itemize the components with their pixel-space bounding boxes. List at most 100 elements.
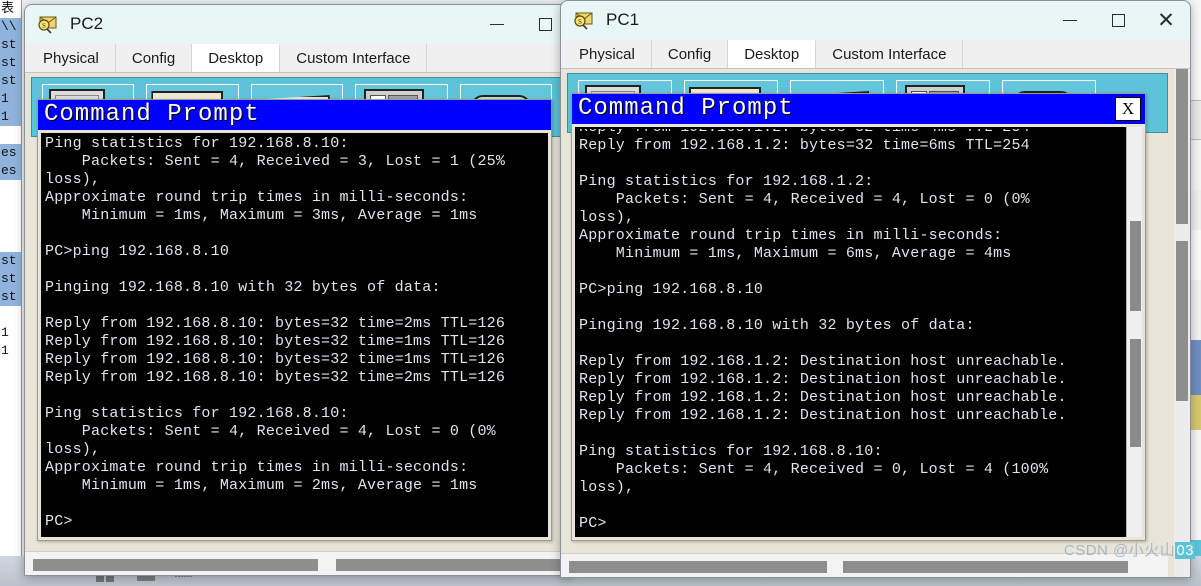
terminal-line: Reply from 192.168.8.10: bytes=32 time=1… xyxy=(45,333,506,350)
tab-label: Physical xyxy=(579,45,635,63)
background-left-list[interactable]: 表 \\ st st st 1 1 es es st st st 1 1 xyxy=(0,0,22,586)
svg-text:S: S xyxy=(42,22,46,30)
terminal-line: Approximate round trip times in milli-se… xyxy=(579,227,1003,244)
pc2-horizontal-scrollbar[interactable] xyxy=(25,551,569,575)
background-list-item[interactable]: es xyxy=(0,162,21,180)
background-list-item[interactable]: 表 xyxy=(0,0,21,18)
terminal-line: Minimum = 1ms, Maximum = 6ms, Average = … xyxy=(579,245,1012,262)
tab-physical[interactable]: Physical xyxy=(563,40,652,68)
background-list-item[interactable] xyxy=(0,198,21,216)
window-pc1[interactable]: S PC1 ✕ Physical Config Desktop Custom Inte… xyxy=(560,0,1191,578)
pc1-minimize-button[interactable] xyxy=(1046,1,1094,39)
tab-config[interactable]: Config xyxy=(651,40,729,68)
background-list-item[interactable]: es xyxy=(0,144,21,162)
pc1-command-prompt-window[interactable]: Command Prompt X Reply from 192.168.1.2:… xyxy=(571,93,1146,541)
background-list-item[interactable]: 1 xyxy=(0,108,21,126)
background-list-item[interactable]: st xyxy=(0,36,21,54)
terminal-line: Packets: Sent = 4, Received = 4, Lost = … xyxy=(45,423,496,440)
background-list-item[interactable]: st xyxy=(0,288,21,306)
pc2-minimize-button[interactable] xyxy=(473,5,521,43)
window-pc2[interactable]: S PC2 Physical Config Desktop Custom Interf… xyxy=(24,4,570,576)
pc1-terminal-scroll-thumb-b[interactable] xyxy=(1130,339,1141,447)
pc1-close-button[interactable]: ✕ xyxy=(1142,1,1190,39)
pc2-terminal-output[interactable]: Ping statistics for 192.168.8.10: Packet… xyxy=(41,133,548,537)
background-list-item[interactable] xyxy=(0,306,21,324)
terminal-line: loss), xyxy=(579,479,635,496)
terminal-line: Reply from 192.168.1.2: Destination host… xyxy=(579,389,1067,406)
terminal-line: Approximate round trip times in milli-se… xyxy=(45,189,469,206)
watermark-name: 小火山 xyxy=(1128,542,1176,559)
tab-desktop[interactable]: Desktop xyxy=(728,40,817,68)
background-list-item[interactable]: st xyxy=(0,270,21,288)
pc2-titlebar[interactable]: S PC2 xyxy=(25,5,569,43)
pc2-hscroll-thumb-left[interactable] xyxy=(33,558,318,571)
pc2-cmd-titlebar[interactable]: Command Prompt xyxy=(38,100,551,130)
tab-config[interactable]: Config xyxy=(115,44,193,72)
pc1-hscroll-thumb-left[interactable] xyxy=(569,560,827,573)
tab-label: Config xyxy=(131,49,176,67)
pc1-titlebar[interactable]: S PC1 ✕ xyxy=(561,1,1190,39)
tab-desktop[interactable]: Desktop xyxy=(192,44,281,72)
pc2-tab-bar[interactable]: Physical Config Desktop Custom Interface xyxy=(25,43,569,73)
pc1-title-text: PC1 xyxy=(606,10,640,29)
pc1-terminal-scrollbar[interactable] xyxy=(1126,127,1142,537)
background-list-item[interactable]: 1 xyxy=(0,324,21,342)
terminal-line: Ping statistics for 192.168.8.10: xyxy=(45,405,349,422)
pc2-window-buttons[interactable] xyxy=(473,5,569,43)
pc1-tab-bar[interactable]: Physical Config Desktop Custom Interface xyxy=(561,39,1190,69)
watermark: CSDN @小火山03 xyxy=(1064,539,1195,560)
pc1-vscroll-thumb-b[interactable] xyxy=(1176,241,1188,401)
watermark-highlight: 03 xyxy=(1175,542,1195,559)
tab-physical[interactable]: Physical xyxy=(27,44,116,72)
terminal-line: Packets: Sent = 4, Received = 0, Lost = … xyxy=(579,461,1049,478)
pc2-hscroll-thumb-right[interactable] xyxy=(335,558,569,571)
tab-label: Desktop xyxy=(208,50,264,67)
terminal-line: Reply from 192.168.1.2: bytes=32 time=6m… xyxy=(579,137,1030,154)
terminal-line-clipped: Reply from 192.168.1.2: bytes=32 time=4m… xyxy=(579,129,1142,137)
background-list-item[interactable] xyxy=(0,234,21,252)
terminal-line: Ping statistics for 192.168.8.10: xyxy=(579,443,883,460)
background-list-item[interactable]: \\ xyxy=(0,18,21,36)
svg-text:S: S xyxy=(578,18,582,26)
tab-custom-interface[interactable]: Custom Interface xyxy=(816,40,964,68)
terminal-line: Packets: Sent = 4, Received = 3, Lost = … xyxy=(45,153,506,170)
pc1-vertical-scrollbar[interactable] xyxy=(1174,69,1190,577)
terminal-line: loss), xyxy=(579,209,635,226)
tab-custom-interface[interactable]: Custom Interface xyxy=(280,44,428,72)
background-list-item[interactable]: 1 xyxy=(0,90,21,108)
pc1-hscroll-thumb-right[interactable] xyxy=(843,560,1128,573)
terminal-line: Ping statistics for 192.168.1.2: xyxy=(579,173,874,190)
terminal-line: PC> xyxy=(579,515,607,532)
terminal-line: Reply from 192.168.8.10: bytes=32 time=1… xyxy=(45,351,506,368)
pc1-maximize-button[interactable] xyxy=(1094,1,1142,39)
terminal-line: Pinging 192.168.8.10 with 32 bytes of da… xyxy=(45,279,441,296)
packet-tracer-icon: S xyxy=(38,16,57,34)
pc2-command-prompt-window[interactable]: Command Prompt Ping statistics for 192.1… xyxy=(37,99,552,541)
pc1-vscroll-thumb-a[interactable] xyxy=(1176,69,1188,224)
background-list-item[interactable] xyxy=(0,126,21,144)
pc1-terminal-scroll-thumb-a[interactable] xyxy=(1130,221,1141,311)
pc1-cmd-titlebar[interactable]: Command Prompt X xyxy=(572,94,1145,124)
background-list-item[interactable]: 1 xyxy=(0,342,21,360)
tab-label: Desktop xyxy=(744,46,800,63)
background-list-item[interactable]: st xyxy=(0,72,21,90)
terminal-line: PC> xyxy=(45,513,73,530)
watermark-prefix: CSDN @ xyxy=(1063,542,1129,559)
terminal-line: Reply from 192.168.1.2: Destination host… xyxy=(579,407,1067,424)
background-list-item[interactable] xyxy=(0,216,21,234)
background-list-item[interactable]: st xyxy=(0,252,21,270)
background-list-item[interactable]: st xyxy=(0,54,21,72)
background-list-item[interactable] xyxy=(0,180,21,198)
pc1-cmd-close-button[interactable]: X xyxy=(1115,97,1141,121)
pc1-terminal-output[interactable]: Reply from 192.168.1.2: bytes=32 time=4m… xyxy=(575,127,1142,537)
pc2-cmd-title: Command Prompt xyxy=(44,101,260,128)
pc1-window-buttons[interactable]: ✕ xyxy=(1046,1,1190,39)
